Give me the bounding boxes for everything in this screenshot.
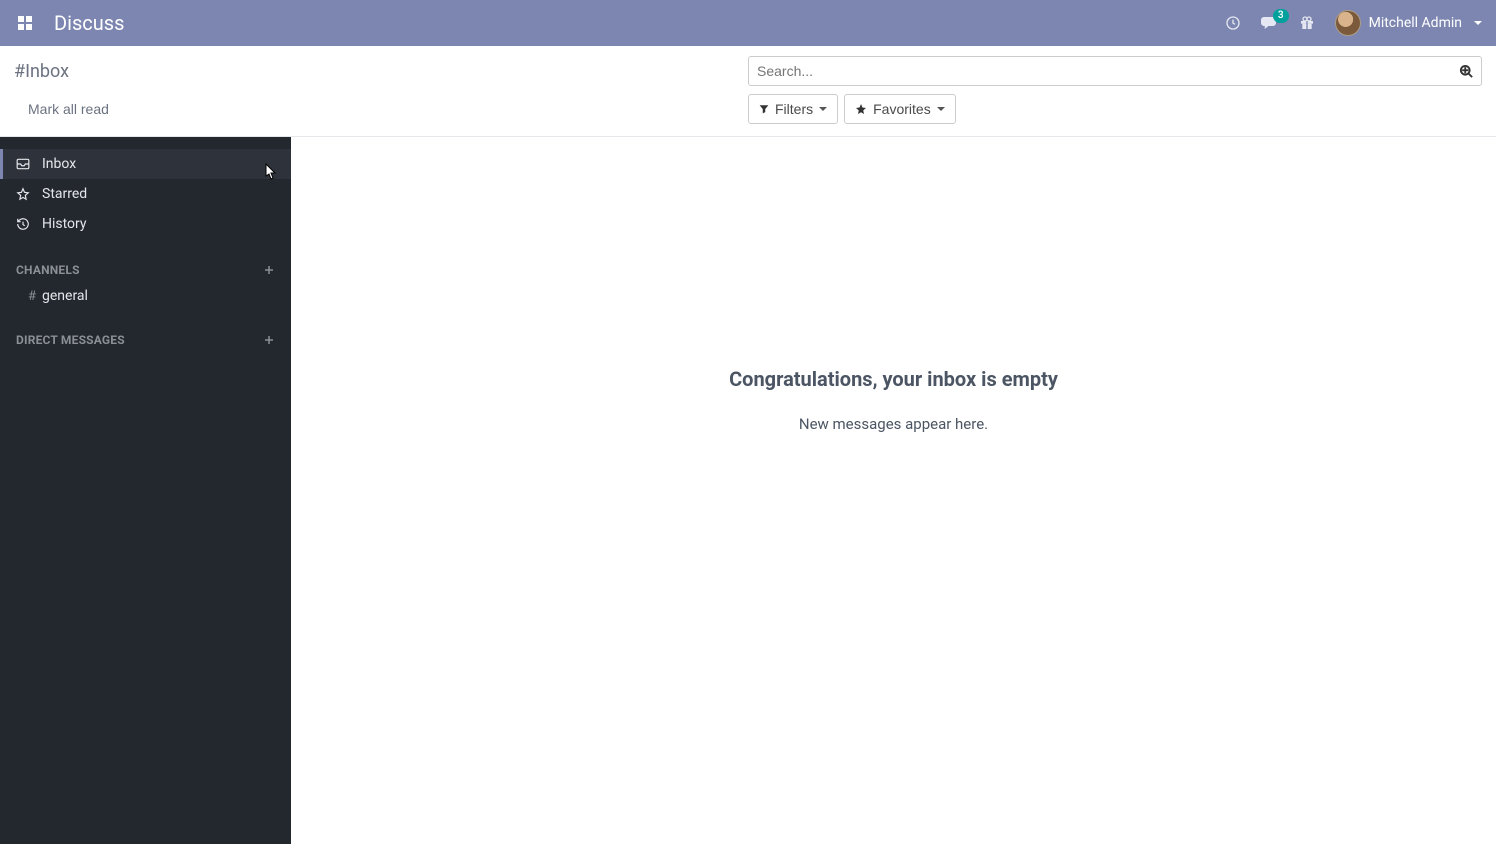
- star-outline-icon: [16, 187, 30, 201]
- filters-label: Filters: [775, 101, 813, 117]
- history-icon: [16, 217, 30, 231]
- sidebar-channels-header[interactable]: CHANNELS: [0, 257, 291, 283]
- main-content: Congratulations, your inbox is empty New…: [291, 137, 1496, 844]
- sidebar-item-inbox[interactable]: Inbox: [0, 149, 291, 179]
- avatar: [1335, 10, 1361, 36]
- top-navbar: Discuss 3 Mitchell Admin: [0, 0, 1496, 46]
- plus-icon: [263, 264, 275, 276]
- channel-general[interactable]: # general: [0, 283, 291, 309]
- chevron-down-icon: [937, 107, 945, 111]
- hash-icon: #: [28, 289, 36, 304]
- filters-button[interactable]: Filters: [748, 94, 838, 124]
- sidebar: Inbox Starred History CHANNELS # ge: [0, 137, 291, 844]
- inbox-icon: [16, 158, 30, 170]
- sidebar-item-label: Inbox: [42, 156, 76, 172]
- sidebar-item-starred[interactable]: Starred: [0, 179, 291, 209]
- search-button[interactable]: [1451, 64, 1481, 79]
- empty-state: Congratulations, your inbox is empty New…: [291, 367, 1496, 433]
- clock-icon: [1225, 15, 1241, 31]
- star-icon: [855, 103, 867, 115]
- search-input[interactable]: [749, 59, 1451, 83]
- mark-all-read-button[interactable]: Mark all read: [22, 99, 115, 119]
- plus-icon: [263, 334, 275, 346]
- user-name: Mitchell Admin: [1369, 15, 1462, 31]
- gift-icon: [1299, 15, 1315, 31]
- body: Inbox Starred History CHANNELS # ge: [0, 137, 1496, 844]
- apps-grid-icon: [18, 16, 32, 30]
- search-container: [748, 56, 1482, 86]
- messages-button[interactable]: 3: [1261, 15, 1279, 31]
- breadcrumb: #Inbox: [14, 61, 69, 82]
- add-channel-button[interactable]: [263, 264, 275, 276]
- sidebar-dm-header[interactable]: DIRECT MESSAGES: [0, 327, 291, 353]
- add-dm-button[interactable]: [263, 334, 275, 346]
- sidebar-item-label: Starred: [42, 186, 87, 202]
- app-title[interactable]: Discuss: [54, 11, 124, 35]
- apps-menu-button[interactable]: [14, 12, 36, 34]
- chevron-down-icon: [819, 107, 827, 111]
- user-menu[interactable]: Mitchell Admin: [1335, 10, 1482, 36]
- search-icon: [1459, 64, 1474, 79]
- favorites-button[interactable]: Favorites: [844, 94, 956, 124]
- channel-label: general: [42, 288, 88, 304]
- empty-title: Congratulations, your inbox is empty: [291, 367, 1496, 391]
- messages-badge: 3: [1273, 9, 1289, 23]
- favorites-label: Favorites: [873, 101, 931, 117]
- chevron-down-icon: [1474, 21, 1482, 25]
- empty-subtitle: New messages appear here.: [291, 415, 1496, 433]
- sidebar-item-label: History: [42, 216, 87, 232]
- activities-button[interactable]: [1225, 15, 1241, 31]
- top-navbar-right: 3 Mitchell Admin: [1225, 10, 1482, 36]
- control-panel: #Inbox Mark all read Filters Favorites: [0, 46, 1496, 137]
- sidebar-item-history[interactable]: History: [0, 209, 291, 239]
- gift-button[interactable]: [1299, 15, 1315, 31]
- channels-header-label: CHANNELS: [16, 263, 80, 277]
- dm-header-label: DIRECT MESSAGES: [16, 333, 125, 347]
- filter-icon: [759, 104, 769, 114]
